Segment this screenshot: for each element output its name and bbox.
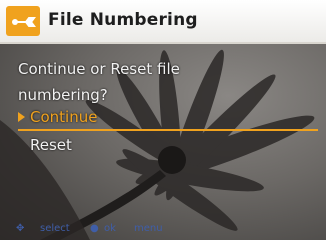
dialog-question: Continue or Reset file numbering?: [18, 56, 308, 108]
continue-option[interactable]: Continue: [18, 106, 308, 128]
selection-highlight: [18, 129, 318, 131]
ok-button-icon: ●: [90, 223, 99, 234]
page-title: File Numbering: [48, 10, 198, 30]
camera-screen: File Numbering Continue or Reset file nu…: [0, 0, 326, 240]
menu-header: File Numbering: [0, 0, 326, 44]
question-line-2: numbering?: [18, 86, 108, 104]
wrench-icon: [6, 6, 40, 36]
ok-hint: ok: [104, 223, 116, 234]
select-hint: select: [40, 223, 70, 234]
footer-hints: ✥ select ● ok menu: [0, 218, 326, 240]
reset-option[interactable]: Reset: [18, 134, 308, 156]
menu-hint: menu: [134, 223, 163, 234]
reset-label: Reset: [30, 136, 72, 154]
question-line-1: Continue or Reset file: [18, 60, 180, 78]
selection-arrow-icon: [18, 112, 25, 122]
dpad-icon: ✥: [16, 223, 25, 234]
continue-label: Continue: [30, 108, 98, 126]
